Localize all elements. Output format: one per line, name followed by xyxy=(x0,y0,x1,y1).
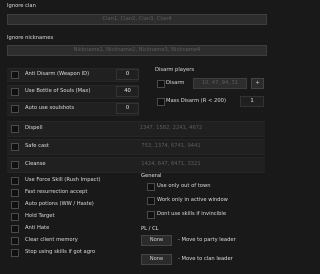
cleanse-input[interactable]: 1424, 647, 6471, 3321 xyxy=(77,159,265,170)
auto-potions-checkbox[interactable] xyxy=(11,201,19,209)
fast-res-checkbox[interactable] xyxy=(11,189,19,197)
safe-cast-checkbox[interactable] xyxy=(11,143,19,151)
out-of-town-label: Use only out of town xyxy=(157,183,211,189)
stop-agro-checkbox[interactable] xyxy=(11,249,19,257)
disarm-label: Disarm xyxy=(166,80,185,86)
hold-target-checkbox[interactable] xyxy=(11,213,19,221)
pl-cl-title: PL / CL xyxy=(141,226,159,232)
add-disarm-button[interactable]: + xyxy=(251,78,264,89)
dispell-label: Dispell xyxy=(25,125,43,131)
anti-disarm-label: Anti Disarm (Weapon ID) xyxy=(25,71,90,77)
mass-disarm-input[interactable]: 1 xyxy=(240,96,264,107)
mass-disarm-checkbox[interactable] xyxy=(157,98,165,106)
party-leader-select[interactable]: None xyxy=(141,235,172,246)
active-window-label: Work only in active window xyxy=(157,197,228,203)
party-leader-label: - Move to party leader xyxy=(178,237,236,243)
anti-hate-label: Anti Hate xyxy=(25,225,50,231)
out-of-town-checkbox[interactable] xyxy=(147,183,155,191)
clan-leader-select[interactable]: None xyxy=(141,254,172,265)
hold-target-label: Hold Target xyxy=(25,213,55,219)
disarm-title: Disarm players xyxy=(155,67,195,73)
invincible-label: Dont use skills if invincible xyxy=(157,211,227,217)
bottle-souls-label: Use Bottle of Souls (Max) xyxy=(25,88,91,94)
bottle-souls-input[interactable]: 40 xyxy=(116,86,139,97)
cleanse-label: Cleanse xyxy=(25,161,46,167)
anti-disarm-input[interactable]: 0 xyxy=(116,69,139,80)
mass-disarm-label: Mass Disarm (R < 200) xyxy=(166,98,226,104)
bottle-souls-checkbox[interactable] xyxy=(11,88,19,96)
ignore-nicknames-title: Ignore nicknames xyxy=(7,35,54,41)
disarm-input[interactable]: 10, 47, 94, 31 xyxy=(193,78,247,89)
safe-cast-input[interactable]: 753, 1374, 6741, 9441 xyxy=(77,141,265,152)
clear-memory-label: Clear client memory xyxy=(25,237,78,243)
soulshots-input[interactable]: 0 xyxy=(116,103,139,114)
invincible-checkbox[interactable] xyxy=(147,211,155,219)
fast-res-label: Fast resurrection accept xyxy=(25,189,88,195)
disarm-checkbox[interactable] xyxy=(157,80,165,88)
force-skill-checkbox[interactable] xyxy=(11,177,19,185)
stop-agro-label: Stop using skills if got agro xyxy=(25,249,96,255)
ignore-clan-title: Ignore clan xyxy=(7,3,36,9)
ignore-nicknames-input[interactable]: Nickname1, Nickname2, Nickname3, Nicknam… xyxy=(7,45,267,56)
force-skill-label: Use Force Skill (Rush Impact) xyxy=(25,177,101,183)
anti-disarm-checkbox[interactable] xyxy=(11,71,19,79)
soulshots-checkbox[interactable] xyxy=(11,105,19,113)
auto-potions-label: Auto potions (WW / Haste) xyxy=(25,201,94,207)
active-window-checkbox[interactable] xyxy=(147,197,155,205)
ignore-clan-input[interactable]: Clan1, Clan2, Clan3, Clan4 xyxy=(7,14,267,25)
anti-hate-checkbox[interactable] xyxy=(11,225,19,233)
clan-leader-label: - Move to clan leader xyxy=(178,256,233,262)
cleanse-checkbox[interactable] xyxy=(11,161,19,169)
clear-memory-checkbox[interactable] xyxy=(11,237,19,245)
soulshots-label: Auto use soulshots xyxy=(25,105,75,111)
general-title: General xyxy=(141,173,162,179)
dispell-checkbox[interactable] xyxy=(11,125,19,133)
safe-cast-label: Safe cast xyxy=(25,143,49,149)
dispell-input[interactable]: 1347, 1582, 2241, 4672 xyxy=(77,123,265,134)
